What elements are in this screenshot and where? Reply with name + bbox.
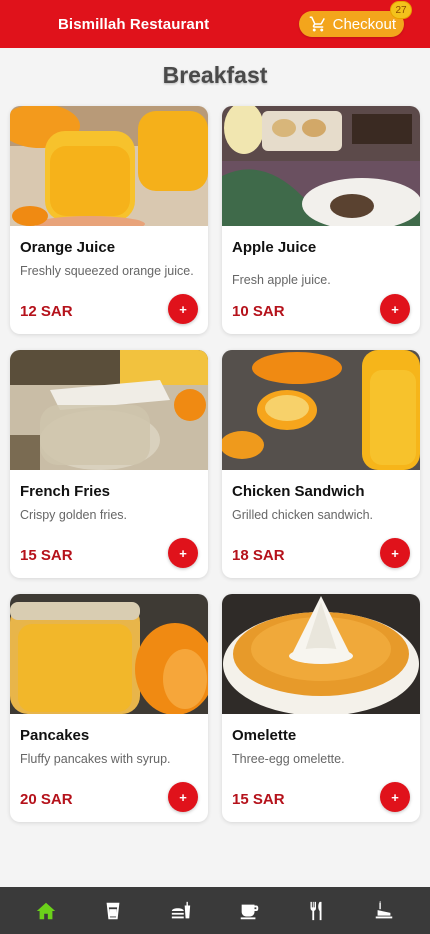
product-image (222, 350, 420, 470)
add-to-cart-button[interactable]: + (168, 782, 198, 812)
nav-dining[interactable] (294, 887, 338, 934)
add-to-cart-button[interactable]: + (168, 294, 198, 324)
product-name: Orange Juice (20, 239, 116, 256)
product-price: 15 SAR (232, 791, 285, 808)
add-to-cart-button[interactable]: + (380, 538, 410, 568)
product-card[interactable]: Omelette Three-egg omelette. 15 SAR + (222, 594, 420, 822)
home-icon (36, 902, 55, 919)
top-bar: Bismillah Restaurant Checkout 27 (0, 0, 430, 48)
product-name: Omelette (232, 727, 297, 744)
cart-count-badge: 27 (390, 1, 412, 19)
product-description: Crispy golden fries. (20, 508, 127, 522)
product-card[interactable]: French Fries Crispy golden fries. 15 SAR… (10, 350, 208, 578)
product-price: 10 SAR (232, 303, 285, 320)
nav-desserts[interactable] (362, 887, 406, 934)
nav-meals[interactable] (159, 887, 203, 934)
checkout-label: Checkout (332, 15, 396, 33)
product-name: French Fries (20, 483, 111, 500)
product-card[interactable]: Pancakes Fluffy pancakes with syrup. 20 … (10, 594, 208, 822)
product-card[interactable]: Chicken Sandwich Grilled chicken sandwic… (222, 350, 420, 578)
dessert-icon (375, 900, 393, 918)
nav-coffee[interactable] (227, 887, 271, 934)
checkout-button[interactable]: Checkout 27 (298, 1, 412, 37)
product-image (10, 594, 208, 714)
product-name: Apple Juice (232, 239, 317, 256)
add-to-cart-button[interactable]: + (168, 538, 198, 568)
product-description: Three-egg omelette. (232, 752, 345, 766)
nav-drinks[interactable] (91, 887, 135, 934)
product-grid: Orange Juice Freshly squeezed orange jui… (10, 106, 420, 822)
fork-knife-icon (310, 901, 322, 920)
app-root: Bismillah Restaurant Checkout 27 Breakfa… (0, 0, 430, 934)
product-image (10, 350, 208, 470)
product-price: 12 SAR (20, 303, 73, 320)
add-to-cart-button[interactable]: + (380, 294, 410, 324)
product-image (222, 594, 420, 714)
product-name: Chicken Sandwich (232, 483, 365, 500)
section-title: Breakfast (162, 62, 268, 88)
product-image (222, 106, 420, 226)
product-card[interactable]: Apple Juice Fresh apple juice. 10 SAR + (222, 106, 420, 334)
product-price: 15 SAR (20, 547, 73, 564)
burger-drink-icon (171, 901, 191, 918)
product-image (10, 106, 208, 226)
product-description: Fresh apple juice. (232, 273, 331, 287)
product-description: Freshly squeezed orange juice. (20, 264, 194, 278)
product-price: 18 SAR (232, 547, 285, 564)
bottom-nav (0, 887, 430, 934)
coffee-icon (240, 904, 259, 919)
product-card[interactable]: Orange Juice Freshly squeezed orange jui… (10, 106, 208, 334)
cup-icon (107, 902, 120, 919)
cart-icon (309, 15, 327, 33)
product-description: Grilled chicken sandwich. (232, 508, 374, 522)
restaurant-title: Bismillah Restaurant (58, 15, 210, 33)
product-price: 20 SAR (20, 791, 73, 808)
product-name: Pancakes (20, 727, 90, 744)
nav-home[interactable] (24, 887, 68, 934)
add-to-cart-button[interactable]: + (380, 782, 410, 812)
product-description: Fluffy pancakes with syrup. (20, 752, 171, 766)
